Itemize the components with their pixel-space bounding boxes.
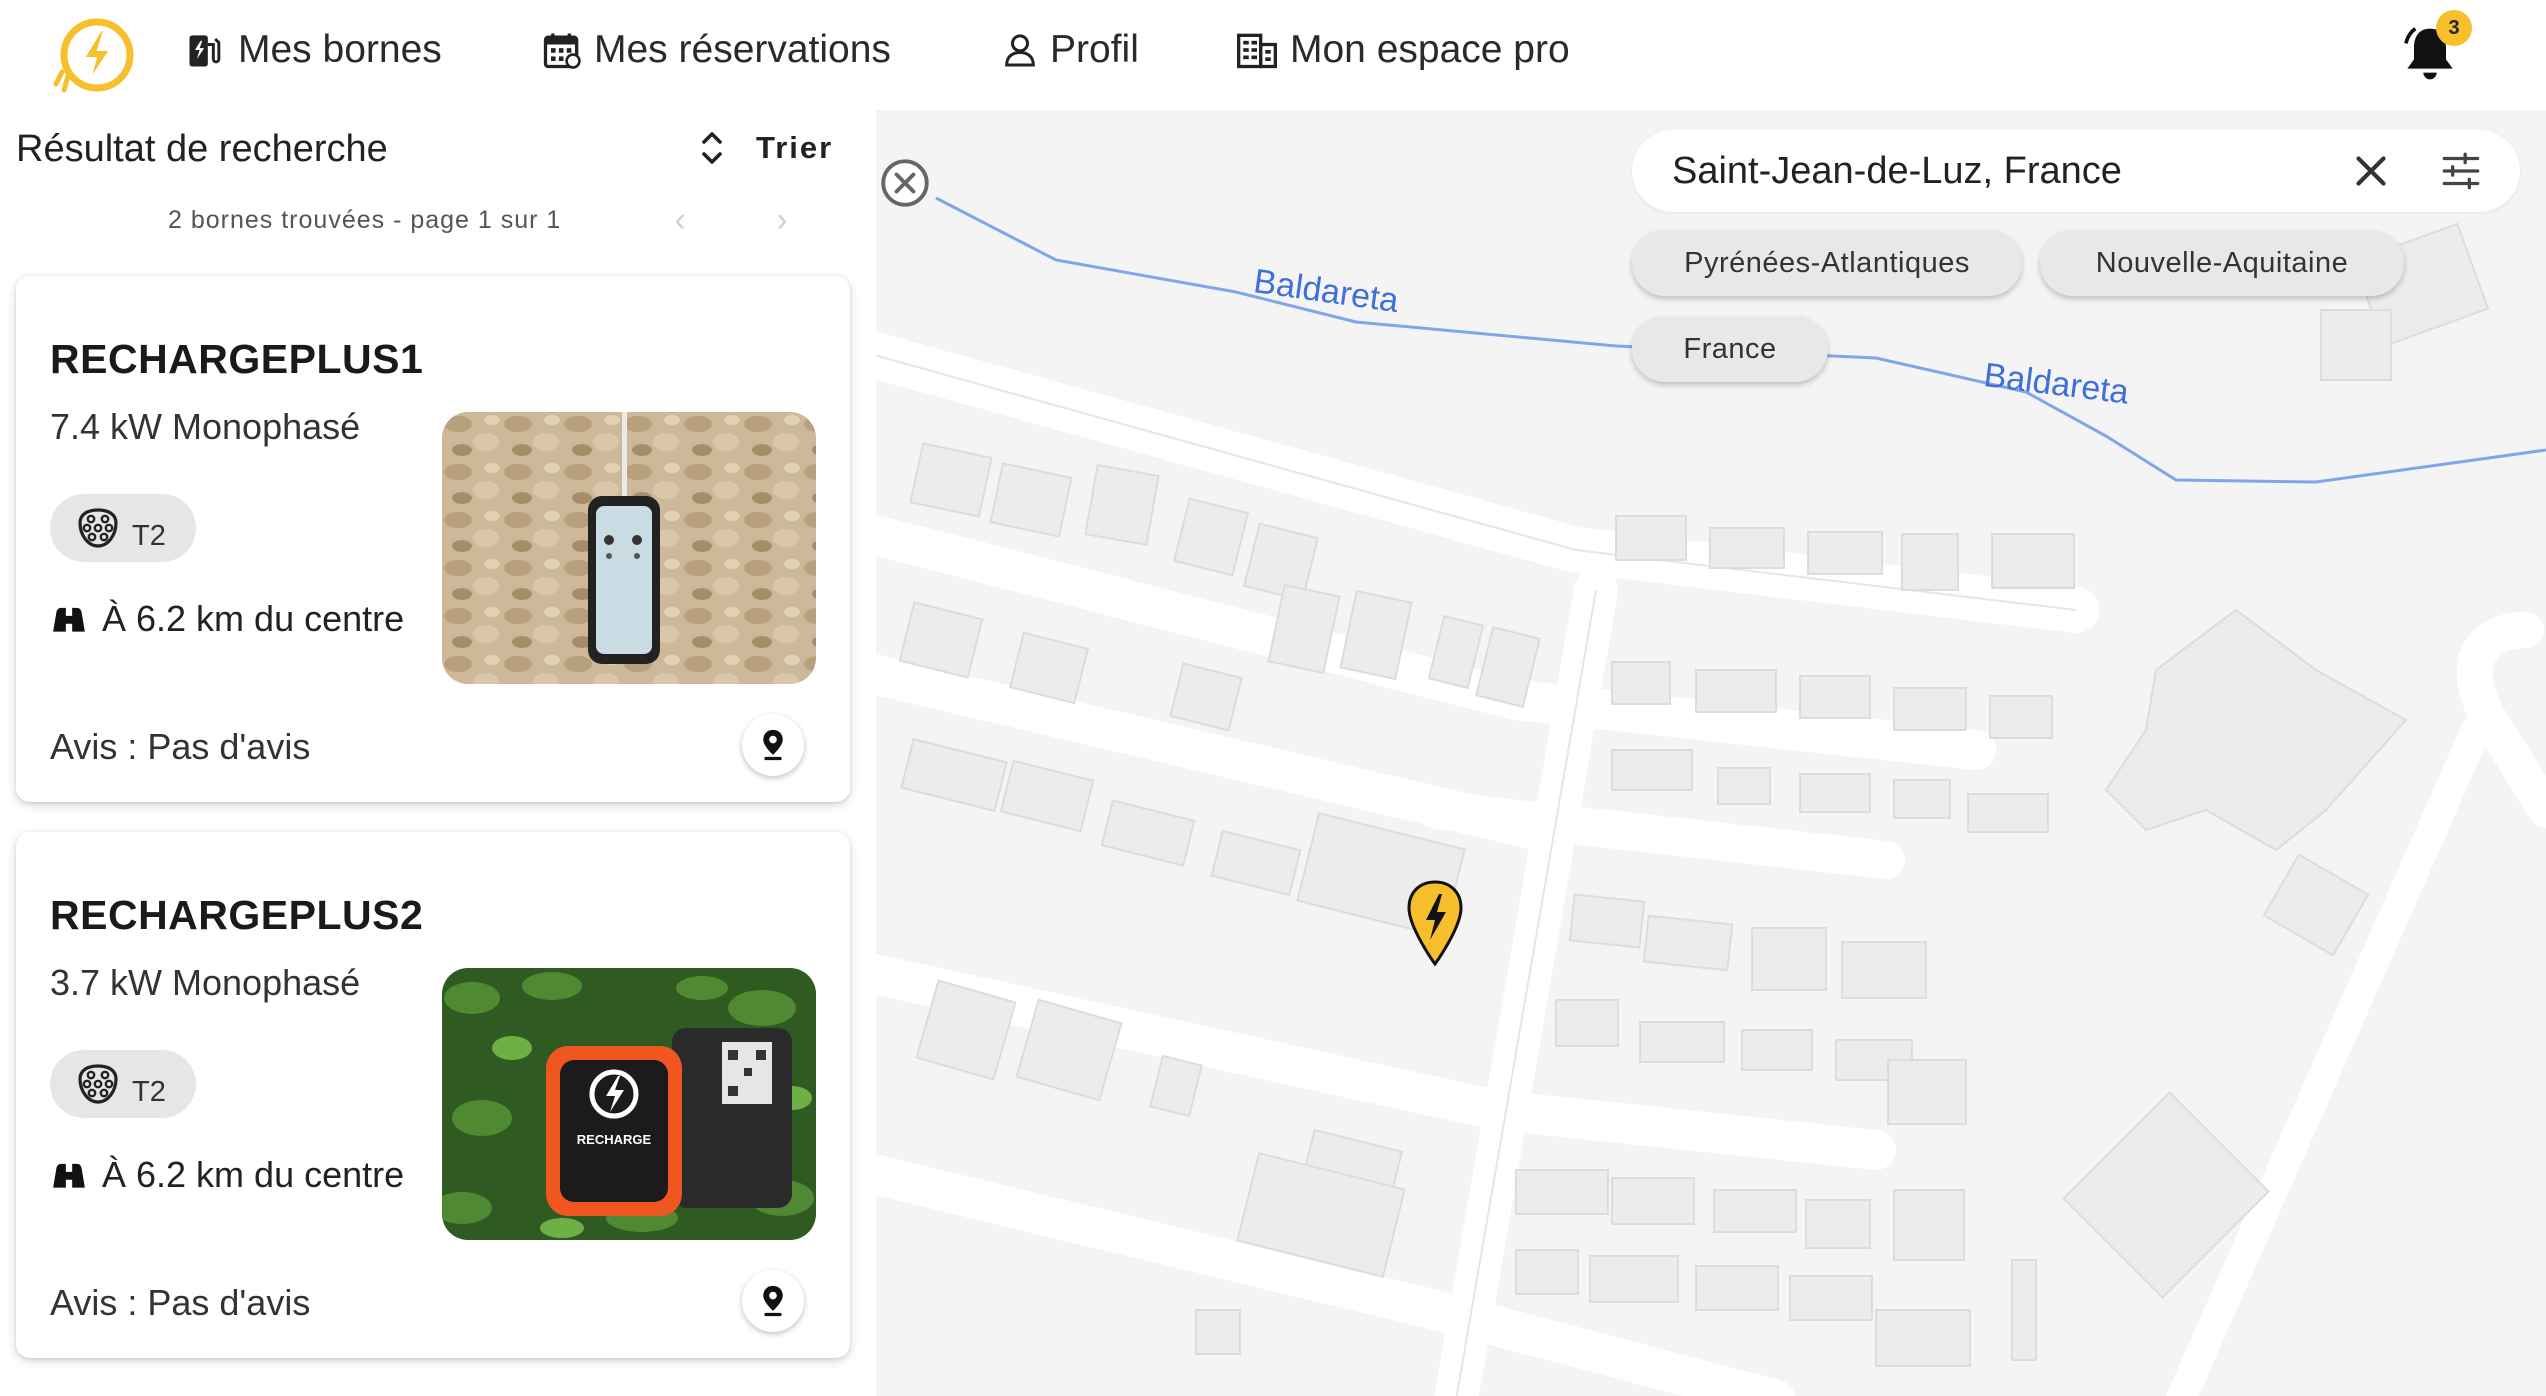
- results-panel: Résultat de recherche Trier 2 bornes tro…: [0, 110, 876, 1396]
- notification-badge: 3: [2436, 10, 2472, 46]
- results-count: 2 bornes trouvées - page 1 sur 1: [168, 206, 562, 234]
- suggestion-chip[interactable]: France: [1632, 316, 1828, 382]
- binoculars-icon: [53, 607, 85, 632]
- station-photo: [442, 412, 816, 684]
- nav-profil[interactable]: Profil: [1000, 22, 1139, 78]
- station-distance: À 6.2 km du centre: [50, 1154, 404, 1196]
- map-tiles: [876, 196, 2546, 1396]
- nav-mes-reservations[interactable]: Mes réservations: [540, 22, 891, 78]
- plug-type-label: T2: [132, 519, 166, 552]
- location-pin-icon: [763, 1285, 783, 1317]
- station-photo: RECHARGE: [442, 968, 816, 1240]
- next-page-button[interactable]: ›: [764, 202, 800, 238]
- distance-label: À 6.2 km du centre: [102, 1154, 405, 1195]
- previous-page-button[interactable]: ‹: [662, 202, 698, 238]
- nav-mes-bornes[interactable]: Mes bornes: [184, 22, 442, 78]
- nav-mon-espace-pro[interactable]: Mon espace pro: [1234, 22, 1570, 78]
- station-power: 3.7 kW Monophasé: [50, 962, 361, 1003]
- station-distance: À 6.2 km du centre: [50, 598, 404, 640]
- station-reviews: Avis : Pas d'avis: [50, 1282, 311, 1323]
- search-input[interactable]: [1672, 142, 2312, 200]
- nav-label: Profil: [1050, 28, 1139, 71]
- location-pin-icon: [763, 729, 783, 761]
- nav-label: Mon espace pro: [1290, 28, 1570, 71]
- show-on-map-button[interactable]: [742, 1270, 804, 1332]
- station-reviews: Avis : Pas d'avis: [50, 726, 311, 767]
- calendar-icon: [543, 33, 581, 69]
- suggestion-chip[interactable]: Nouvelle-Aquitaine: [2040, 230, 2404, 296]
- binoculars-icon: [53, 1163, 85, 1188]
- sort-button[interactable]: Trier: [700, 128, 833, 168]
- show-on-map-button[interactable]: [742, 714, 804, 776]
- nav-label: Mes bornes: [238, 28, 442, 71]
- distance-label: À 6.2 km du centre: [102, 598, 405, 639]
- ev-station-icon: [189, 35, 221, 67]
- filter-settings-icon[interactable]: [2436, 146, 2486, 196]
- close-icon[interactable]: [2346, 146, 2396, 196]
- station-power: 7.4 kW Monophasé: [50, 406, 361, 447]
- map-view[interactable]: Baldareta Baldareta Pyrénées-Atlantiques…: [876, 110, 2546, 1396]
- station-card[interactable]: RECHARGEPLUS2 3.7 kW Monophasé T2 À 6.2 …: [16, 832, 850, 1358]
- top-navigation: Mes bornes Mes réservations Profil Mon e…: [0, 0, 2546, 110]
- sort-icon: [702, 132, 722, 164]
- suggestion-chip[interactable]: Pyrénées-Atlantiques: [1632, 230, 2022, 296]
- location-search-bar: [1632, 130, 2520, 212]
- photo-brand-text: RECHARGE: [577, 1132, 652, 1147]
- building-icon: [1237, 33, 1277, 69]
- close-map-icon[interactable]: [876, 154, 934, 212]
- station-name: RECHARGEPLUS1: [50, 336, 424, 382]
- charging-station-marker[interactable]: [1406, 880, 1464, 966]
- station-name: RECHARGEPLUS2: [50, 892, 424, 938]
- type2-plug-icon: [78, 508, 118, 548]
- plug-type-chip: T2: [50, 1050, 196, 1118]
- plug-type-chip: T2: [50, 494, 196, 562]
- plug-type-label: T2: [132, 1075, 166, 1108]
- nav-label: Mes réservations: [594, 28, 891, 71]
- results-title: Résultat de recherche: [16, 128, 388, 170]
- sort-label: Trier: [756, 130, 834, 165]
- user-icon: [1005, 34, 1035, 67]
- station-card[interactable]: RECHARGEPLUS1 7.4 kW Monophasé T2 À 6.2 …: [16, 276, 850, 802]
- type2-plug-icon: [78, 1064, 118, 1104]
- app-logo[interactable]: [52, 12, 138, 98]
